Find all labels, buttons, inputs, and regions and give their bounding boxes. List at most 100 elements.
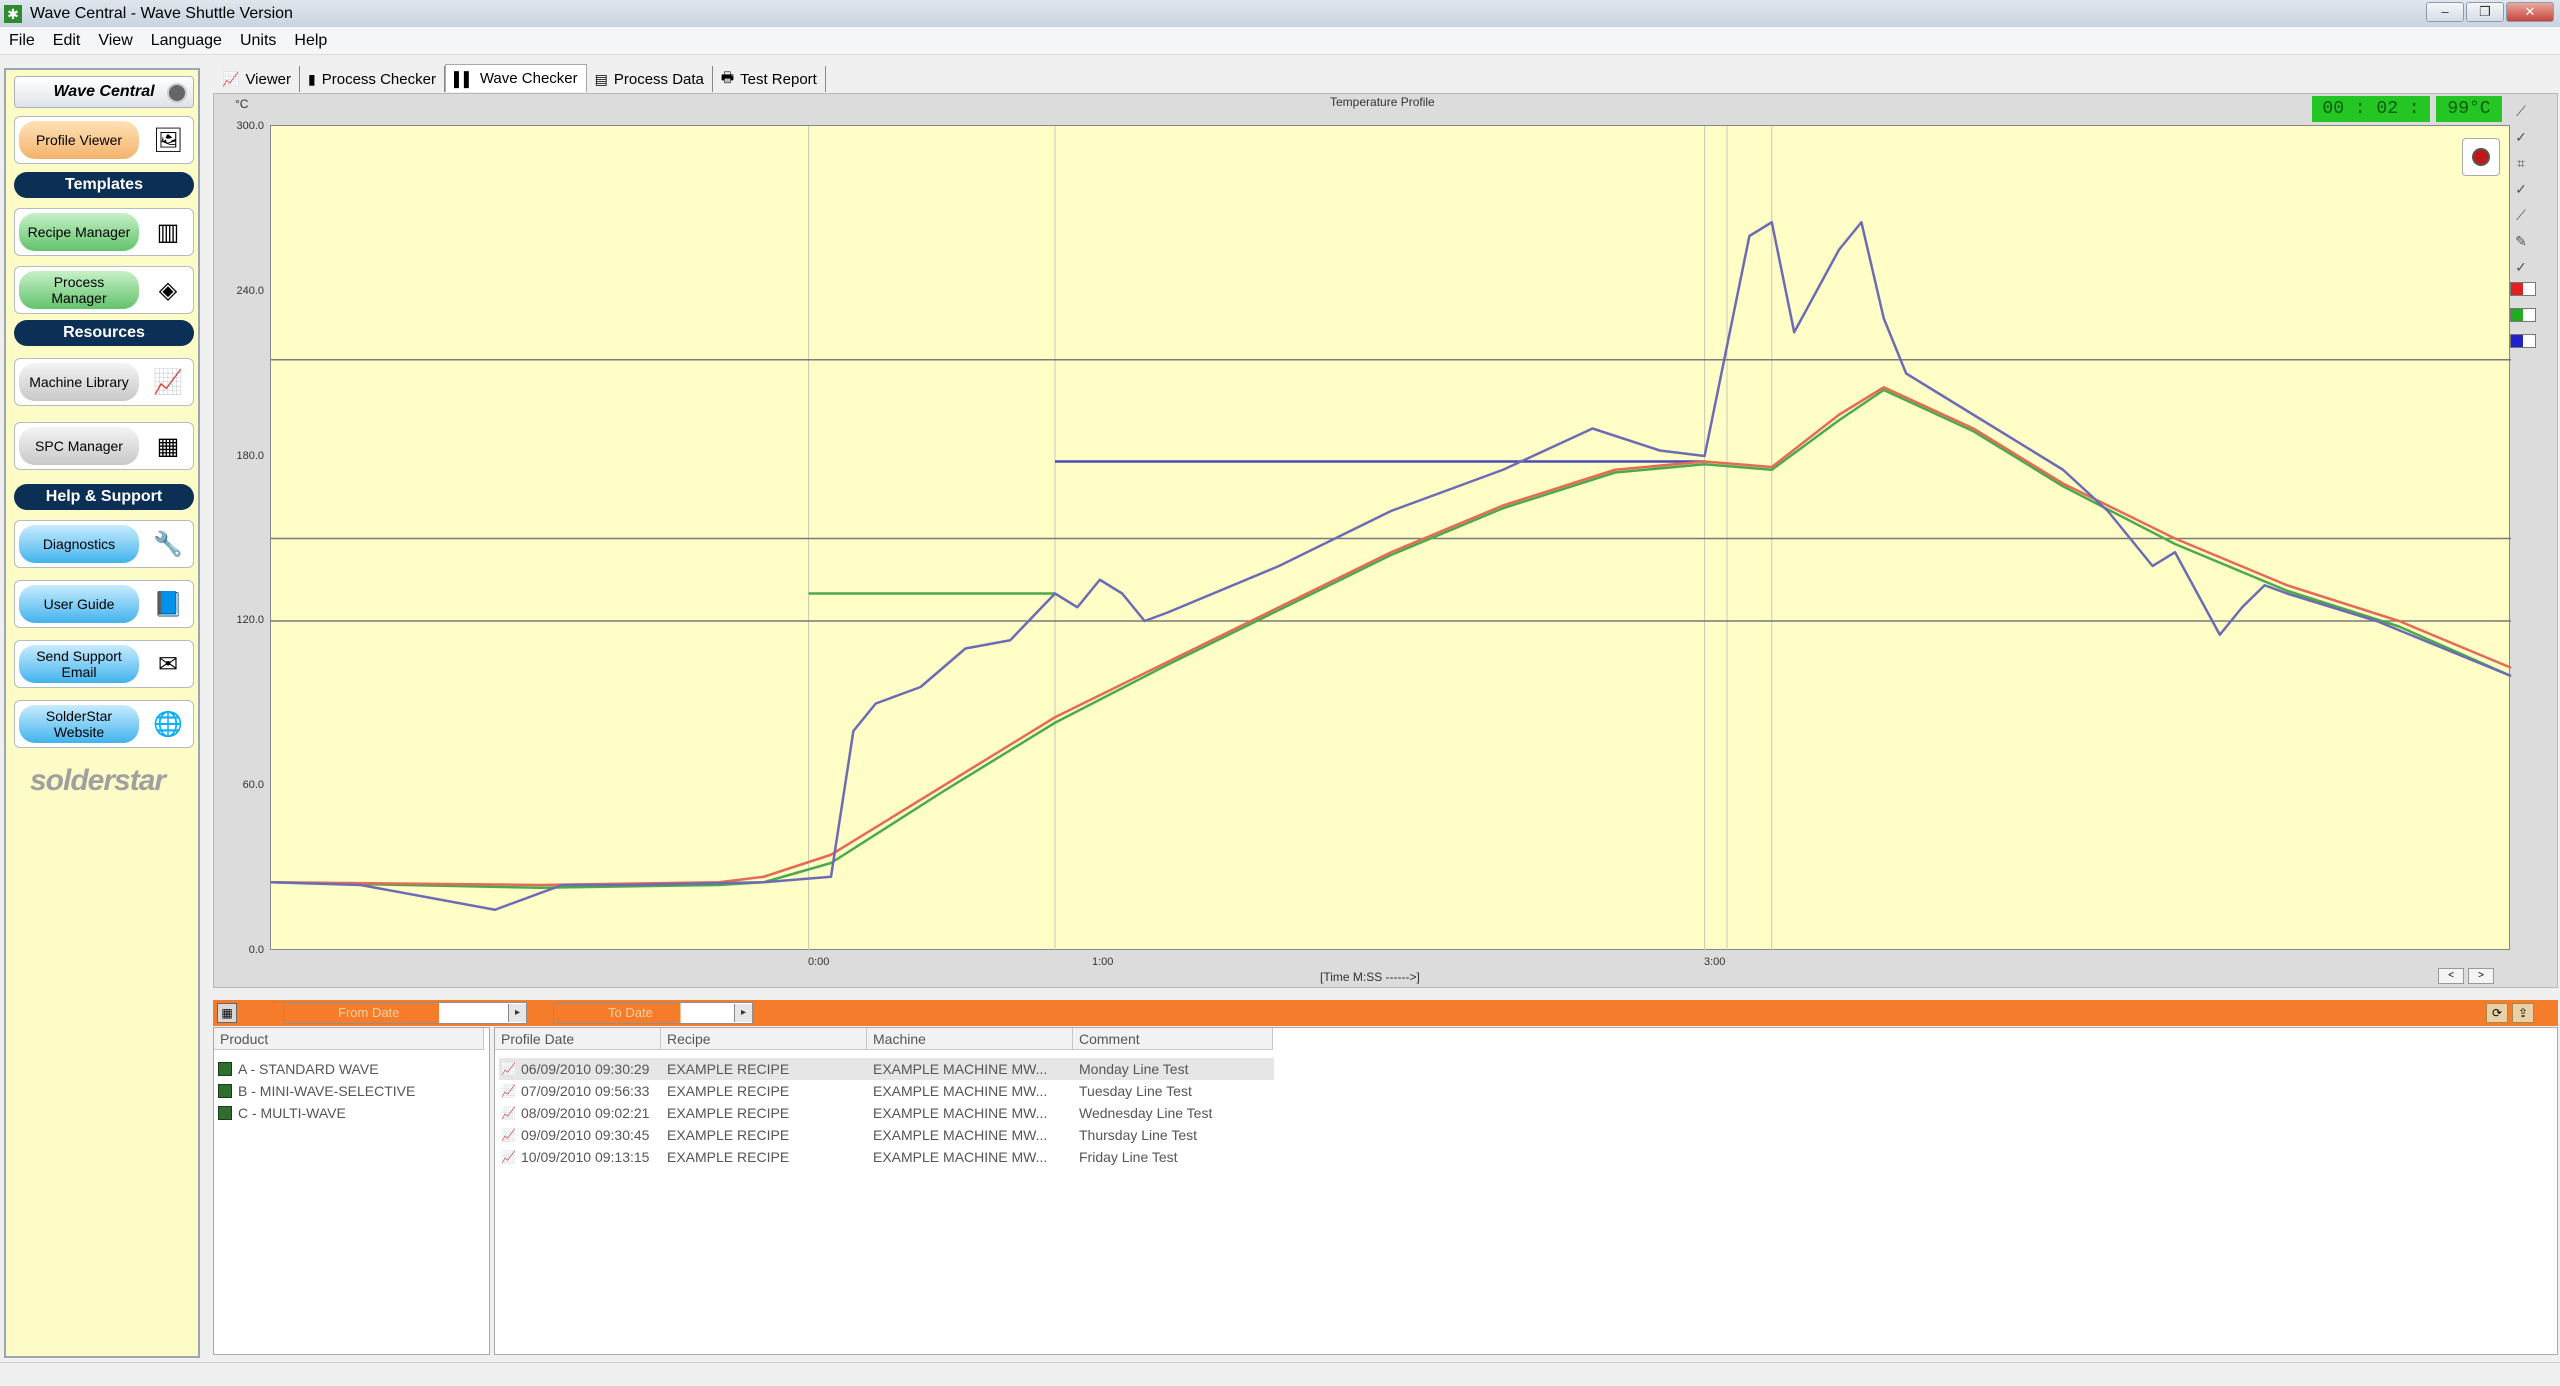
minimize-button[interactable]: – bbox=[2426, 2, 2464, 22]
channel-blue-toggle[interactable] bbox=[2510, 334, 2536, 348]
maximize-button[interactable]: ❐ bbox=[2466, 2, 2504, 22]
column-header-recipe[interactable]: Recipe bbox=[661, 1028, 867, 1050]
channel-red-toggle[interactable] bbox=[2510, 282, 2536, 296]
recipe-manager-button[interactable]: Recipe Manager ▥ bbox=[14, 208, 194, 256]
table-row[interactable]: 📈 09/09/2010 09:30:45 EXAMPLE RECIPE EXA… bbox=[499, 1124, 1274, 1146]
profile-viewer-button[interactable]: Profile Viewer 🖼 bbox=[14, 116, 194, 164]
tab-test-report[interactable]: 🖶 Test Report bbox=[712, 66, 826, 92]
export-icon[interactable]: ⇪ bbox=[2512, 1003, 2534, 1023]
channel-green-toggle[interactable] bbox=[2510, 308, 2536, 322]
process-manager-button[interactable]: Process Manager ◈ bbox=[14, 266, 194, 314]
profile-graph-icon: 📈 bbox=[501, 1106, 516, 1120]
recipe-manager-label: Recipe Manager bbox=[19, 213, 139, 251]
plot-area[interactable] bbox=[270, 125, 2512, 951]
calendar-icon[interactable]: ▦ bbox=[217, 1003, 237, 1023]
tab-process-checker-label: Process Checker bbox=[321, 70, 436, 88]
table-row[interactable]: 📈 10/09/2010 09:13:15 EXAMPLE RECIPE EXA… bbox=[499, 1146, 1274, 1168]
y-tick-label: 300.0 bbox=[236, 120, 264, 132]
temperature-readout: 99°C bbox=[2436, 96, 2502, 122]
send-support-email-label: Send Support Email bbox=[19, 645, 139, 683]
window-controls: – ❐ ✕ bbox=[2426, 2, 2554, 22]
tab-wave-checker[interactable]: ▌▌ Wave Checker bbox=[444, 64, 587, 92]
marker-tool-icon[interactable]: ⟋ bbox=[2510, 204, 2532, 226]
dropdown-icon[interactable]: ▸ bbox=[508, 1004, 526, 1022]
product-name: C - MULTI-WAVE bbox=[238, 1105, 346, 1121]
recipe-cell: EXAMPLE RECIPE bbox=[667, 1149, 790, 1165]
machine-cell: EXAMPLE MACHINE MW... bbox=[873, 1083, 1048, 1099]
comment-cell: Monday Line Test bbox=[1079, 1061, 1189, 1077]
cursor-tool-icon[interactable]: ✓ bbox=[2510, 126, 2532, 148]
from-date-label: From Date bbox=[284, 1003, 526, 1023]
tab-test-report-label: Test Report bbox=[740, 70, 817, 88]
table-row[interactable]: 📈 07/09/2010 09:56:33 EXAMPLE RECIPE EXA… bbox=[499, 1080, 1274, 1102]
comment-cell: Tuesday Line Test bbox=[1079, 1083, 1192, 1099]
table-row[interactable]: 📈 06/09/2010 09:30:29 EXAMPLE RECIPE EXA… bbox=[499, 1058, 1274, 1080]
printer-icon: 🖶 bbox=[720, 69, 735, 85]
line-tool-icon[interactable]: ⟋ bbox=[2510, 100, 2532, 122]
temperature-series-line bbox=[270, 221, 2512, 911]
column-header-profile-date[interactable]: Profile Date bbox=[495, 1028, 661, 1050]
process-manager-label: Process Manager bbox=[19, 271, 139, 309]
machine-library-button[interactable]: Machine Library 📈 bbox=[14, 358, 194, 406]
pen-tool-icon[interactable]: ✎ bbox=[2510, 230, 2532, 252]
from-date-field[interactable]: From Date ▸ bbox=[283, 1002, 527, 1024]
menu-edit[interactable]: Edit bbox=[44, 32, 90, 50]
tab-process-checker[interactable]: ▮ Process Checker bbox=[300, 66, 445, 92]
panel-record-icon[interactable] bbox=[167, 83, 187, 103]
spc-manager-label: SPC Manager bbox=[19, 427, 139, 465]
profile-graph-icon: 📈 bbox=[501, 1084, 516, 1098]
profile-table: Profile Date Recipe Machine Comment 📈 06… bbox=[494, 1027, 2558, 1355]
close-button[interactable]: ✕ bbox=[2506, 2, 2554, 22]
chart-title: Temperature Profile bbox=[1330, 95, 1435, 109]
tab-viewer[interactable]: 📈 Viewer bbox=[214, 66, 301, 92]
menu-units[interactable]: Units bbox=[231, 32, 285, 50]
to-date-field[interactable]: To Date ▸ bbox=[553, 1002, 753, 1024]
recipe-cell: EXAMPLE RECIPE bbox=[667, 1105, 790, 1121]
spc-manager-button[interactable]: SPC Manager ▦ bbox=[14, 422, 194, 470]
recipe-cell: EXAMPLE RECIPE bbox=[667, 1061, 790, 1077]
product-name: B - MINI-WAVE-SELECTIVE bbox=[238, 1083, 416, 1099]
scroll-left-button[interactable]: < bbox=[2438, 968, 2464, 984]
user-guide-button[interactable]: User Guide 📘 bbox=[14, 580, 194, 628]
machine-cell: EXAMPLE MACHINE MW... bbox=[873, 1105, 1048, 1121]
grid-tool-icon[interactable]: ⌗ bbox=[2510, 152, 2532, 174]
column-header-comment[interactable]: Comment bbox=[1073, 1028, 1273, 1050]
profile-graph-icon: 📈 bbox=[501, 1150, 516, 1164]
globe-icon: 🌐 bbox=[153, 711, 183, 738]
dropdown-icon[interactable]: ▸ bbox=[734, 1004, 752, 1022]
menu-help[interactable]: Help bbox=[285, 32, 336, 50]
chart-toolbar: ⟋ ✓ ⌗ ✓ ⟋ ✎ ✓ bbox=[2510, 100, 2536, 360]
y-tick-label: 0.0 bbox=[248, 944, 264, 956]
refresh-icon[interactable]: ⟳ bbox=[2486, 1003, 2508, 1023]
record-button[interactable] bbox=[2462, 138, 2500, 176]
list-item[interactable]: B - MINI-WAVE-SELECTIVE bbox=[218, 1080, 415, 1102]
viewer-icon: 📈 bbox=[222, 70, 240, 87]
profile-graph-icon: 📈 bbox=[501, 1128, 516, 1142]
menu-file[interactable]: File bbox=[0, 32, 44, 50]
window-title: Wave Central - Wave Shuttle Version bbox=[30, 4, 293, 22]
menu-view[interactable]: View bbox=[89, 32, 141, 50]
menu-language[interactable]: Language bbox=[142, 32, 231, 50]
process-manager-icon: ◈ bbox=[158, 277, 178, 304]
tab-process-data[interactable]: ▤ Process Data bbox=[586, 66, 713, 92]
table-row[interactable]: 📈 08/09/2010 09:02:21 EXAMPLE RECIPE EXA… bbox=[499, 1102, 1274, 1124]
filter-tools: ⟳ ⇪ bbox=[2486, 1003, 2534, 1023]
recipe-cell: EXAMPLE RECIPE bbox=[667, 1127, 790, 1143]
list-item[interactable]: A - STANDARD WAVE bbox=[218, 1058, 379, 1080]
status-bar bbox=[0, 1362, 2560, 1386]
send-support-email-button[interactable]: Send Support Email ✉ bbox=[14, 640, 194, 688]
menu-bar: File Edit View Language Units Help bbox=[0, 27, 2560, 55]
profile-date-cell: 09/09/2010 09:30:45 bbox=[521, 1127, 650, 1143]
column-header-machine[interactable]: Machine bbox=[867, 1028, 1073, 1050]
scroll-right-button[interactable]: > bbox=[2468, 968, 2494, 984]
product-column-header[interactable]: Product bbox=[214, 1028, 484, 1050]
machine-cell: EXAMPLE MACHINE MW... bbox=[873, 1061, 1048, 1077]
x-axis-label: [Time M:SS ------>] bbox=[1320, 970, 1420, 984]
diagnostics-button[interactable]: Diagnostics 🔧 bbox=[14, 520, 194, 568]
x-tick-label: 1:00 bbox=[1092, 956, 1114, 968]
check-tool-icon[interactable]: ✓ bbox=[2510, 256, 2532, 278]
solderstar-website-button[interactable]: SolderStar Website 🌐 bbox=[14, 700, 194, 748]
zoom-tool-icon[interactable]: ✓ bbox=[2510, 178, 2532, 200]
y-tick-label: 180.0 bbox=[236, 450, 264, 462]
list-item[interactable]: C - MULTI-WAVE bbox=[218, 1102, 346, 1124]
